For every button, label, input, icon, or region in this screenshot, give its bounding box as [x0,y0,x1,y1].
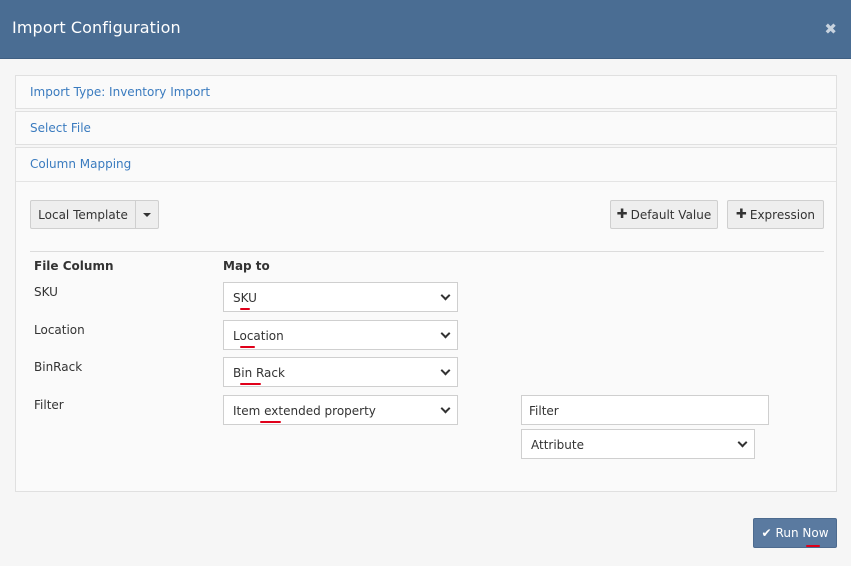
local-template-label: Local Template [38,207,128,222]
spellcheck-underline [240,308,250,310]
chevron-down-icon [440,365,451,376]
caret-down-icon [143,212,151,217]
select-value: Item extended property [233,404,376,418]
filter-input[interactable]: Filter [521,395,769,425]
chevron-down-icon [440,328,451,339]
spellcheck-underline [240,383,261,385]
chevron-down-icon [737,437,748,448]
dialog-title: Import Configuration [12,18,181,37]
default-value-label: Default Value [630,207,712,222]
file-column-label: BinRack [34,360,83,374]
file-column-label: SKU [34,285,58,299]
panel-title-select-file[interactable]: Select File [30,121,91,135]
map-to-select-location[interactable]: Location [223,320,458,350]
plus-icon: ✚ [735,207,747,222]
spellcheck-underline [806,545,820,547]
select-value: SKU [233,291,257,305]
panel-divider [16,181,836,182]
chevron-down-icon [440,403,451,414]
map-to-select-filter[interactable]: Item extended property [223,395,458,425]
file-column-label: Filter [34,398,64,412]
map-to-select-binrack[interactable]: Bin Rack [223,357,458,387]
check-icon: ✔ [761,526,772,540]
map-to-select-sku[interactable]: SKU [223,282,458,312]
panel-select-file[interactable]: Select File [15,111,837,145]
expression-label: Expression [749,207,816,222]
header-file-column: File Column [34,259,114,273]
default-value-button[interactable]: ✚ Default Value [610,200,718,229]
filter-input-value: Filter [529,404,559,418]
expression-button[interactable]: ✚ Expression [727,200,824,229]
panel-import-type[interactable]: Import Type: Inventory Import [15,75,837,109]
plus-icon: ✚ [616,207,628,222]
local-template-dropdown-button[interactable] [135,200,159,229]
attribute-select[interactable]: Attribute [521,429,755,459]
header-map-to: Map to [223,259,270,273]
panel-title-import-type[interactable]: Import Type: Inventory Import [30,85,210,99]
local-template-button[interactable]: Local Template [30,200,136,229]
select-value: Location [233,329,284,343]
file-column-label: Location [34,323,85,337]
dialog-header: Import Configuration ✖ [0,0,851,59]
select-value: Attribute [531,438,584,452]
run-now-button[interactable]: ✔ Run Now [753,518,837,548]
panel-column-mapping: Column Mapping Local Template ✚ Default … [15,147,837,492]
toolbar-divider [30,251,824,252]
spellcheck-underline [260,421,281,423]
select-value: Bin Rack [233,366,285,380]
spellcheck-underline [240,346,255,348]
chevron-down-icon [440,290,451,301]
panel-title-column-mapping[interactable]: Column Mapping [30,157,131,171]
close-icon[interactable]: ✖ [824,20,837,38]
run-now-label: Run Now [775,526,829,540]
